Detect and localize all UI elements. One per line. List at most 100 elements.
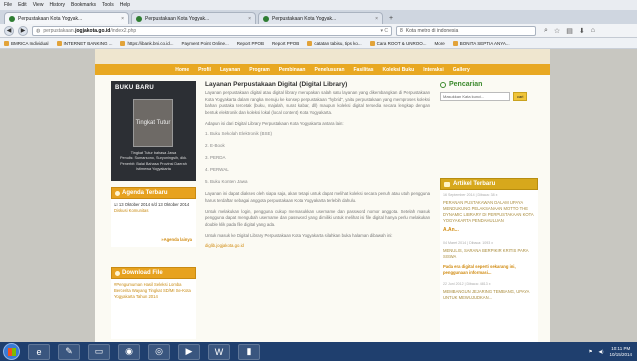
- bookmark-icon: [369, 40, 375, 46]
- internet-explorer-icon[interactable]: e: [28, 343, 50, 360]
- list-item: 5. Buku Konten Jawa: [205, 179, 248, 185]
- menu-edit[interactable]: Edit: [18, 2, 27, 8]
- bookmark-star-icon[interactable]: ☆: [554, 27, 560, 35]
- article-link[interactable]: MEMBANGUN JEJARING TEMBANG, UPAYA UNTUK …: [443, 289, 535, 301]
- article-paragraph: Untuk melakukan login, pengguna cukup me…: [205, 208, 430, 227]
- close-tab-icon[interactable]: ×: [375, 16, 378, 22]
- nav-layanan[interactable]: Layanan: [220, 67, 240, 73]
- menu-help[interactable]: Help: [120, 2, 130, 8]
- home-icon[interactable]: ⌂: [591, 27, 595, 35]
- browser-tab-1[interactable]: Perpustakaan Kota Yogyak... ×: [4, 12, 129, 24]
- article-date: 04 Maret 2014 | Dibaca: 1093 x: [443, 241, 494, 246]
- nav-home[interactable]: Home: [175, 67, 189, 73]
- word-icon[interactable]: W: [208, 343, 230, 360]
- search-text: Kota metro di indonesia: [405, 27, 459, 34]
- latest-articles-box: 16 September 2014 | Dibaca: 38 x PERANAN…: [440, 190, 538, 342]
- menu-tools[interactable]: Tools: [102, 2, 114, 8]
- nav-program[interactable]: Program: [249, 67, 270, 73]
- file-explorer-icon[interactable]: ▭: [88, 343, 110, 360]
- bookmark-item[interactable]: catatan tabisu, tips ko...: [307, 40, 362, 46]
- speaker-icon[interactable]: ◀): [599, 349, 604, 355]
- tab-label: Perpustakaan Kota Yogyak...: [145, 15, 210, 22]
- nav-penelusuran[interactable]: Penelusuran: [314, 67, 344, 73]
- site-search-button[interactable]: cari: [513, 92, 528, 101]
- menu-file[interactable]: File: [4, 2, 12, 8]
- bookmark-item[interactable]: Report PPOB: [237, 41, 264, 46]
- browser-tab-3[interactable]: Perpustakaan Kota Yogyak... ×: [258, 12, 383, 24]
- site-nav-menu: Home Profil Layanan Program Pembinaan Pe…: [95, 64, 550, 75]
- search-heading: Pencarian: [440, 81, 538, 88]
- list-item: 2. E-Book: [205, 143, 225, 149]
- menu-view[interactable]: View: [33, 2, 44, 8]
- site-favicon-icon: [263, 15, 269, 22]
- bookmark-item[interactable]: Payment Point Online...: [182, 41, 229, 46]
- book-cover-image[interactable]: Tingkat Tutur: [133, 99, 173, 147]
- menu-bar: File Edit View History Bookmarks Tools H…: [0, 0, 637, 10]
- search-box[interactable]: 8 Kota metro di indonesia: [396, 25, 536, 36]
- article-excerpt: Pada era digital seperti sekarang ini, p…: [443, 263, 516, 275]
- bookmark-icon: [120, 40, 126, 46]
- clock[interactable]: 10:11 PM 10/15/2014: [609, 346, 632, 357]
- bookmark-icon: [452, 40, 458, 46]
- list-item: 1. Buku Sekolah Elektronik (BSE): [205, 131, 273, 137]
- site-search-input[interactable]: Masukkan Kata kunci...: [440, 92, 510, 101]
- nav-profil[interactable]: Profil: [198, 67, 211, 73]
- reload-icon[interactable]: ▾ C: [380, 28, 388, 34]
- bookmark-item[interactable]: BONITA SEPTIA ANYA...: [452, 40, 510, 46]
- article-paragraph: Adapun isi dari Digital Library Perpusta…: [205, 120, 344, 126]
- firefox-icon[interactable]: ◉: [118, 343, 140, 360]
- chat-icon[interactable]: ◎: [148, 343, 170, 360]
- articles-icon: [444, 182, 450, 187]
- system-tray: ⚑ ◀) 10:11 PM 10/15/2014: [588, 346, 637, 357]
- article-excerpt: A.An...: [443, 227, 459, 234]
- browser-tab-2[interactable]: Perpustakaan Kota Yogyak... ×: [131, 12, 256, 24]
- close-tab-icon[interactable]: ×: [121, 16, 124, 22]
- site-search-form: Masukkan Kata kunci... cari: [440, 92, 538, 101]
- magnifier-icon: [440, 81, 446, 88]
- back-button[interactable]: ◀: [4, 25, 14, 36]
- media-icon[interactable]: ▶: [178, 343, 200, 360]
- download-heading: Download File: [111, 267, 196, 279]
- bookmarks-list-icon[interactable]: ▤: [566, 27, 573, 35]
- bookmark-item[interactable]: INTERNET BANKING ...: [56, 40, 112, 46]
- site-favicon-icon: [9, 15, 15, 22]
- paint-icon[interactable]: ✎: [58, 343, 80, 360]
- nav-gallery[interactable]: Gallery: [453, 67, 470, 73]
- bookmark-icon: [56, 40, 62, 46]
- close-tab-icon[interactable]: ×: [248, 16, 251, 22]
- download-link[interactable]: #Pengumuman Hasil Seleksi Lomba Bercerit…: [114, 282, 193, 300]
- article-paragraph: Layanan perpustakaan digital atau digita…: [205, 90, 430, 115]
- new-tab-button[interactable]: +: [385, 12, 397, 24]
- nav-koleksi-buku[interactable]: Koleksi Buku: [383, 67, 415, 73]
- main-article: Layanan Perpustakaan Digital (Digital Li…: [205, 81, 430, 342]
- bookmark-item[interactable]: BMRICA Individual: [4, 40, 49, 46]
- bookmark-item[interactable]: https://ibank.bni.co.id...: [120, 40, 174, 46]
- search-icon[interactable]: ⌕: [544, 27, 548, 35]
- bookmark-more[interactable]: More: [435, 41, 445, 46]
- article-link[interactable]: MENULIS, SARANA BERPIKIR KRITIS PARA SIS…: [443, 248, 535, 260]
- toolbar-icons: ⌕ ☆ ▤ ⬇ ⌂: [544, 27, 595, 35]
- web-page: Home Profil Layanan Program Pembinaan Pe…: [0, 49, 637, 342]
- forward-button[interactable]: ▶: [18, 25, 28, 36]
- app-icon[interactable]: ▮: [238, 343, 260, 360]
- agenda-item-link[interactable]: Diskusi Komunitas: [114, 208, 193, 214]
- windows-taskbar: e ✎ ▭ ◉ ◎ ▶ W ▮ ⚑ ◀) 10:11 PM 10/15/2014: [0, 342, 637, 361]
- address-bar[interactable]: ◍ perpustakaan.jogjakota.go.id/index2.ph…: [32, 25, 392, 36]
- windows-logo-icon: [7, 347, 16, 356]
- nav-interaksi[interactable]: Interaksi: [423, 67, 444, 73]
- bookmark-item[interactable]: Report PPOB: [272, 41, 299, 46]
- menu-history[interactable]: History: [49, 2, 65, 8]
- right-sidebar: Pencarian Masukkan Kata kunci... cari Ar…: [440, 81, 538, 342]
- bookmark-item[interactable]: Cara ROOT & UNROO...: [369, 40, 427, 46]
- menu-bookmarks[interactable]: Bookmarks: [71, 2, 96, 8]
- nav-pembinaan[interactable]: Pembinaan: [279, 67, 306, 73]
- download-icon[interactable]: ⬇: [579, 27, 585, 35]
- article-link[interactable]: PERANAN PUSTAKAWAN DALAM UPAYA MENDUKUNG…: [443, 200, 535, 224]
- more-agenda-link[interactable]: »Agenda lainya: [161, 237, 192, 243]
- list-item: 4. PERWAL: [205, 167, 229, 173]
- nav-fasilitas[interactable]: Fasilitas: [354, 67, 374, 73]
- flag-icon[interactable]: ⚑: [588, 349, 592, 355]
- agenda-icon: [115, 191, 120, 196]
- diglib-link[interactable]: diglib.jogjakota.go.id: [205, 243, 244, 248]
- start-button[interactable]: [3, 343, 20, 360]
